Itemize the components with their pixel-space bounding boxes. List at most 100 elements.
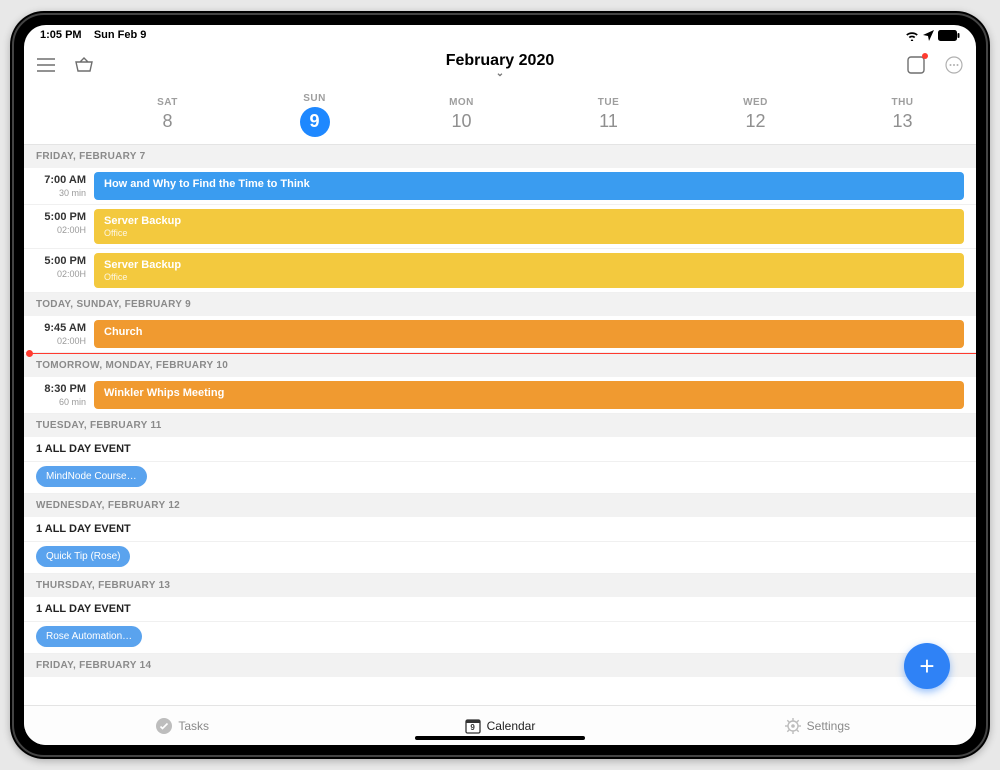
event-title: Church	[104, 326, 954, 338]
week-header: SAT 8 SUN 9 MON 10 TUE 11 WED 12 THU13	[24, 85, 976, 145]
event-duration: 60 min	[32, 397, 86, 407]
day-column[interactable]: WED 12	[682, 85, 829, 144]
section-header: FRIDAY, FEBRUARY 14	[24, 654, 976, 677]
tab-bar: Tasks 9 Calendar Settings	[24, 705, 976, 745]
event-duration: 30 min	[32, 188, 86, 198]
agenda-list[interactable]: FRIDAY, FEBRUARY 7 7:00 AM 30 min How and W…	[24, 145, 976, 705]
event-title: Server Backup	[104, 259, 954, 271]
month-title-text: February 2020	[446, 52, 555, 69]
menu-button[interactable]	[34, 53, 58, 77]
check-circle-icon	[156, 718, 172, 734]
time-column: 8:30 PM 60 min	[24, 377, 94, 413]
add-event-button[interactable]: +	[904, 643, 950, 689]
day-number: 11	[599, 111, 618, 132]
plus-icon: +	[919, 651, 934, 682]
section-header: WEDNESDAY, FEBRUARY 12	[24, 494, 976, 517]
section-header: TUESDAY, FEBRUARY 11	[24, 414, 976, 437]
home-indicator[interactable]	[415, 736, 585, 740]
calendar-icon-day: 9	[465, 723, 481, 732]
status-time: 1:05 PM	[40, 29, 82, 41]
day-column[interactable]: MON 10	[388, 85, 535, 144]
day-column[interactable]: THU13	[829, 85, 976, 144]
event-block[interactable]: Church	[94, 320, 964, 348]
chip-row: MindNode Course…	[24, 462, 976, 494]
time-column: 5:00 PM 02:00H	[24, 249, 94, 292]
event-chip[interactable]: MindNode Course…	[36, 466, 147, 487]
event-duration: 02:00H	[32, 225, 86, 235]
day-of-week: THU	[891, 97, 913, 108]
day-column[interactable]: TUE 11	[535, 85, 682, 144]
event-row: 8:30 PM 60 min Winkler Whips Meeting	[24, 377, 976, 414]
event-chip[interactable]: Quick Tip (Rose)	[36, 546, 130, 567]
chip-row: Rose Automation…	[24, 622, 976, 654]
day-of-week: TUE	[598, 97, 620, 108]
month-title: February 2020 ⌄	[24, 52, 976, 79]
time-column: 9:45 AM02:00H	[24, 316, 94, 352]
event-time: 7:00 AM	[32, 174, 86, 186]
event-title: How and Why to Find the Time to Think	[104, 178, 954, 190]
chevron-down-icon: ⌄	[24, 68, 976, 79]
event-row: 9:45 AM02:00H Church	[24, 316, 976, 353]
event-block[interactable]: How and Why to Find the Time to Think	[94, 172, 964, 200]
tab-label: Tasks	[178, 719, 209, 733]
event-time: 9:45 AM	[32, 322, 86, 334]
more-icon	[945, 56, 963, 74]
day-of-week: SAT	[157, 97, 178, 108]
tab-label: Settings	[807, 719, 850, 733]
more-button[interactable]	[942, 53, 966, 77]
day-number: 12	[745, 111, 765, 132]
tab-calendar[interactable]: 9 Calendar	[341, 718, 658, 734]
event-subtitle: Office	[104, 228, 954, 238]
chip-row: Quick Tip (Rose)	[24, 542, 976, 574]
day-number: 9	[300, 107, 330, 137]
top-toolbar: February 2020 ⌄	[24, 45, 976, 85]
basket-icon	[74, 57, 94, 73]
event-time: 5:00 PM	[32, 255, 86, 267]
day-column[interactable]: SAT 8	[94, 85, 241, 144]
day-of-week: SUN	[303, 93, 326, 104]
inbox-button[interactable]	[72, 53, 96, 77]
section-header: THURSDAY, FEBRUARY 13	[24, 574, 976, 597]
calendar-icon: 9	[465, 718, 481, 734]
time-column: 7:00 AM 30 min	[24, 168, 94, 204]
day-number: 10	[451, 111, 471, 132]
all-day-label: 1 ALL DAY EVENT	[24, 517, 976, 542]
location-icon	[923, 30, 934, 41]
event-duration: 02:00H	[32, 269, 86, 279]
event-title: Winkler Whips Meeting	[104, 387, 954, 399]
gear-icon	[785, 718, 801, 734]
ipad-frame: 1:05 PM Sun Feb 9 February 2020 ⌄	[10, 11, 990, 759]
event-row: 5:00 PM 02:00H Server BackupOffice	[24, 205, 976, 249]
tab-tasks[interactable]: Tasks	[24, 718, 341, 734]
event-block[interactable]: Server BackupOffice	[94, 253, 964, 288]
status-bar: 1:05 PM Sun Feb 9	[24, 25, 976, 45]
hamburger-icon	[37, 58, 55, 72]
section-header: FRIDAY, FEBRUARY 7	[24, 145, 976, 168]
status-date: Sun Feb 9	[94, 29, 147, 41]
status-right	[905, 30, 960, 41]
status-left: 1:05 PM Sun Feb 9	[40, 29, 146, 41]
tab-settings[interactable]: Settings	[659, 718, 976, 734]
event-title: Server Backup	[104, 215, 954, 227]
day-of-week: WED	[743, 97, 768, 108]
event-chip[interactable]: Rose Automation…	[36, 626, 142, 647]
all-day-label: 1 ALL DAY EVENT	[24, 437, 976, 462]
tray-icon	[907, 56, 925, 74]
event-block[interactable]: Server BackupOffice	[94, 209, 964, 244]
event-row: 5:00 PM 02:00H Server BackupOffice	[24, 249, 976, 293]
notifications-button[interactable]	[904, 53, 928, 77]
event-subtitle: Office	[104, 272, 954, 282]
battery-icon	[938, 30, 960, 41]
tab-label: Calendar	[487, 719, 536, 733]
event-time: 8:30 PM	[32, 383, 86, 395]
day-of-week: MON	[449, 97, 474, 108]
all-day-label: 1 ALL DAY EVENT	[24, 597, 976, 622]
day-number: 8	[162, 111, 172, 132]
event-time: 5:00 PM	[32, 211, 86, 223]
current-time-indicator	[30, 353, 976, 354]
event-block[interactable]: Winkler Whips Meeting	[94, 381, 964, 409]
section-header: TOMORROW, MONDAY, FEBRUARY 10	[24, 354, 976, 377]
event-row: 7:00 AM 30 min How and Why to Find the Tim…	[24, 168, 976, 205]
wifi-icon	[905, 30, 919, 41]
day-column[interactable]: SUN 9	[241, 85, 388, 144]
